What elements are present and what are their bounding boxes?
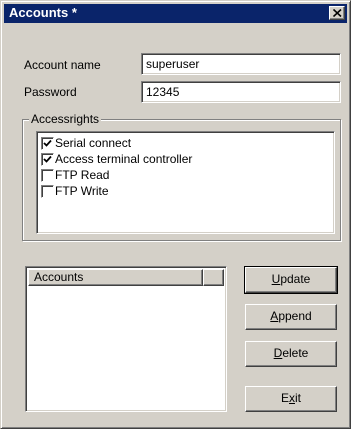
update-button-label-post: pdate <box>280 272 311 286</box>
window-title: Accounts * <box>9 5 77 20</box>
update-button[interactable]: Update <box>244 266 338 294</box>
access-right-label: FTP Write <box>55 184 109 198</box>
exit-button-label-pre: E <box>280 391 289 405</box>
exit-button-label-post: it <box>295 391 301 405</box>
update-button-mnemonic: U <box>271 272 281 286</box>
title-bar[interactable]: Accounts * <box>4 4 347 23</box>
access-right-label: Serial connect <box>55 136 132 150</box>
delete-button[interactable]: Delete <box>245 341 337 367</box>
password-field[interactable]: 12345 <box>141 81 341 103</box>
access-right-label: Access terminal controller <box>55 152 193 166</box>
account-name-field[interactable]: superuser <box>141 53 341 75</box>
delete-button-label-post: elete <box>282 346 309 360</box>
append-button-label-post: ppend <box>278 309 312 323</box>
password-label: Password <box>24 85 77 99</box>
access-right-label: FTP Read <box>55 168 110 182</box>
append-button[interactable]: Append <box>245 304 337 330</box>
checkmark-icon <box>43 155 52 163</box>
checkmark-icon <box>43 139 52 147</box>
access-rights-group-label: Accessrights <box>29 112 102 126</box>
accounts-dialog: Accounts * Account name superuser Passwo… <box>0 0 351 429</box>
delete-button-mnemonic: D <box>273 346 283 360</box>
account-name-label: Account name <box>24 58 101 72</box>
serial-connect-checkbox[interactable] <box>41 137 54 150</box>
access-rights-list: Serial connect Access terminal controlle… <box>36 131 335 234</box>
accounts-list[interactable]: Accounts <box>25 266 227 412</box>
ftp-read-checkbox[interactable] <box>41 169 54 182</box>
close-button[interactable] <box>329 6 345 20</box>
accounts-column-header[interactable]: Accounts <box>28 269 203 286</box>
close-icon <box>333 9 342 17</box>
extra-column-header[interactable] <box>203 269 224 286</box>
access-rights-group: Accessrights Serial connect Access termi… <box>22 112 341 241</box>
exit-button[interactable]: Exit <box>245 386 337 412</box>
access-terminal-controller-checkbox[interactable] <box>41 153 54 166</box>
ftp-write-checkbox[interactable] <box>41 185 54 198</box>
